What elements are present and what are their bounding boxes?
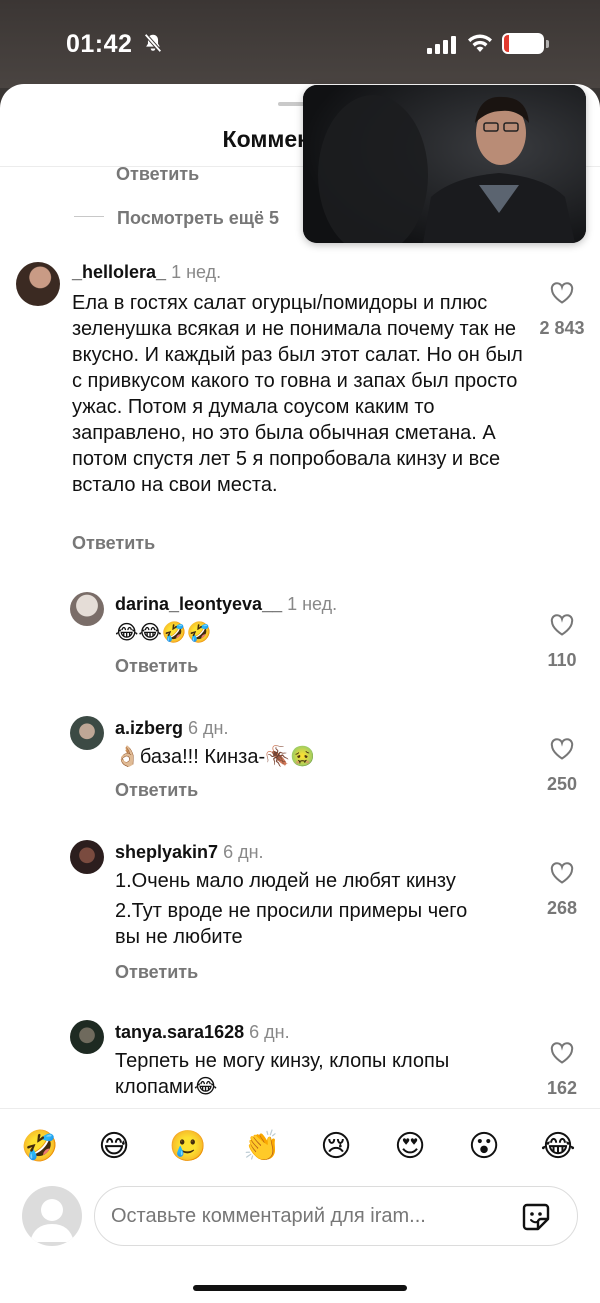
like-count: 268 (546, 898, 578, 918)
home-indicator[interactable] (193, 1285, 407, 1291)
comment-time: 6 дн. (223, 842, 264, 862)
comment-text: 1.Очень мало людей не любят кинзу (115, 870, 456, 892)
comment-composer: Оставьте комментарий для iram... (0, 1184, 600, 1254)
comment-username[interactable]: _hellolera_ (72, 262, 166, 282)
comment-text: 😂😂🤣🤣 (115, 622, 212, 644)
status-time: 01:42 (66, 30, 133, 58)
like-button[interactable]: 110 (532, 614, 592, 671)
like-count: 110 (547, 650, 577, 670)
comment-time: 1 нед. (171, 262, 222, 282)
heart-icon (550, 1042, 574, 1064)
comment-input[interactable]: Оставьте комментарий для iram... (94, 1186, 578, 1246)
like-count: 162 (546, 1078, 578, 1098)
heart-icon (550, 282, 574, 304)
avatar[interactable] (16, 262, 60, 306)
comment-text: Ела в гостях салат огурцы/помидоры и плю… (72, 292, 523, 496)
person-icon (30, 1199, 74, 1242)
like-count: 2 843 (539, 318, 585, 338)
avatar[interactable] (70, 840, 104, 874)
avatar[interactable] (70, 716, 104, 750)
comment-time: 1 нед. (287, 594, 338, 614)
emoji-button[interactable]: 😂 (538, 1127, 578, 1167)
comment-username[interactable]: sheplyakin7 (115, 842, 218, 862)
comment-time: 6 дн. (188, 718, 229, 738)
emoji-quick-bar: 🤣 😅 🥲 👏 😢 😍 😮 😂 (0, 1108, 600, 1184)
like-button[interactable]: 250 (532, 738, 592, 795)
reply-button[interactable]: Ответить (115, 656, 198, 677)
battery-icon: 14 (502, 33, 544, 54)
bell-off-icon (144, 33, 162, 53)
battery-cap (546, 40, 549, 48)
wifi-icon (468, 34, 492, 52)
avatar[interactable] (70, 592, 104, 626)
view-more-replies-button[interactable]: Посмотреть ещё 5 (117, 208, 279, 229)
my-avatar (22, 1186, 82, 1246)
heart-icon (550, 862, 574, 884)
like-button[interactable]: 162 (532, 1042, 592, 1099)
cellular-signal-icon (427, 36, 456, 54)
like-count: 250 (546, 774, 578, 794)
emoji-button[interactable]: 😢 (316, 1127, 356, 1167)
emoji-button[interactable]: 👏 (242, 1127, 282, 1167)
emoji-button[interactable]: 🥲 (168, 1127, 208, 1167)
status-bar: 01:42 14 (0, 0, 600, 88)
divider (74, 216, 104, 217)
video-preview[interactable] (303, 85, 586, 243)
like-button[interactable]: 2 843 (532, 282, 592, 339)
sticker-icon[interactable] (521, 1202, 551, 1232)
battery-level: 14 (514, 35, 532, 52)
reply-button[interactable]: Ответить (115, 780, 198, 801)
comment-text: 👌🏼база!!! Кинза-🪳🤢 (115, 746, 315, 768)
comment-username[interactable]: darina_leontyeva__ (115, 594, 282, 614)
comment-text: Терпеть не могу кинзу, клопы клопы клопа… (115, 1050, 450, 1098)
emoji-button[interactable]: 😍 (390, 1127, 430, 1167)
reply-button[interactable]: Ответить (115, 962, 198, 983)
comment-input-placeholder: Оставьте комментарий для iram... (111, 1205, 426, 1227)
comment-username[interactable]: a.izberg (115, 718, 183, 738)
emoji-button[interactable]: 😅 (94, 1127, 134, 1167)
emoji-button[interactable]: 🤣 (20, 1127, 60, 1167)
reply-button[interactable]: Ответить (72, 533, 155, 554)
heart-icon (550, 738, 574, 760)
comment-text: 2.Тут вроде не просили примеры чего вы н… (115, 900, 468, 948)
emoji-button[interactable]: 😮 (464, 1127, 504, 1167)
reply-button[interactable]: Ответить (116, 164, 199, 185)
video-frame (303, 85, 586, 243)
comment-username[interactable]: tanya.sara1628 (115, 1022, 244, 1042)
heart-icon (550, 614, 574, 636)
comment-time: 6 дн. (249, 1022, 290, 1042)
avatar[interactable] (70, 1020, 104, 1054)
like-button[interactable]: 268 (532, 862, 592, 919)
